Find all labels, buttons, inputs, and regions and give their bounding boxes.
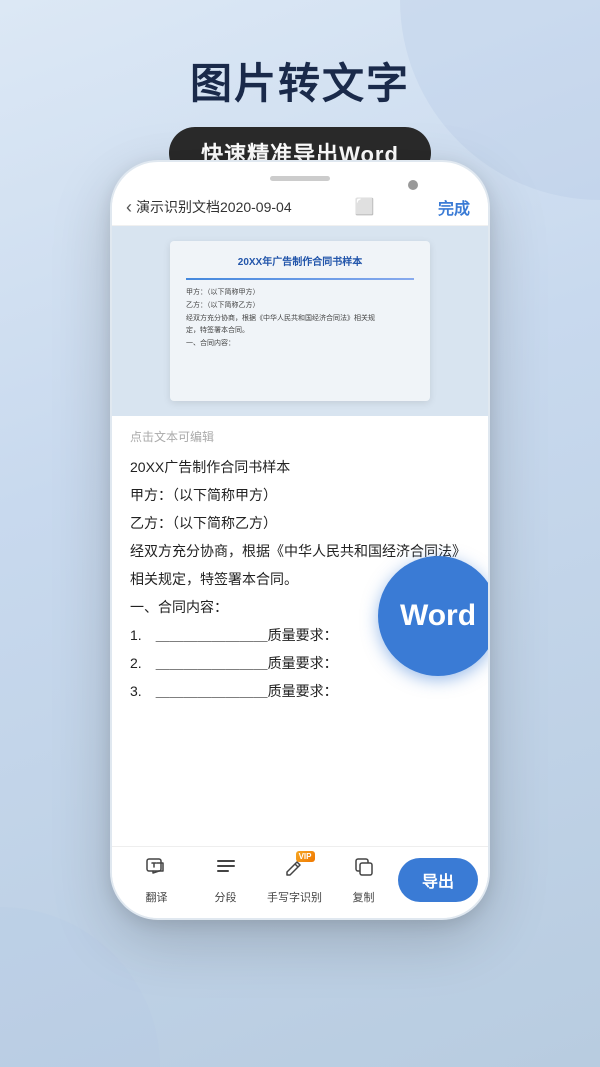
bottom-toolbar: 翻译 分段 VIP xyxy=(112,846,488,918)
copy-label: 复制 xyxy=(353,889,375,905)
ocr-line-2[interactable]: 乙方：（以下简称乙方） xyxy=(130,509,470,537)
phone-outer: ‹ 演示识别文档2020-09-04 ⬜ 完成 20XX年广告制作合同书样本 甲… xyxy=(110,160,490,920)
ocr-line-0[interactable]: 20XX广告制作合同书样本 xyxy=(130,453,470,481)
toolbar-item-translate[interactable]: 翻译 xyxy=(122,855,191,905)
doc-image-area: 20XX年广告制作合同书样本 甲方：（以下简称甲方） 乙方：（以下简称乙方） 经… xyxy=(112,226,488,416)
toolbar-item-handwriting[interactable]: VIP 手写字识别 xyxy=(260,855,329,905)
paragraph-label: 分段 xyxy=(215,889,237,905)
navbar-back[interactable]: ‹ 演示识别文档2020-09-04 xyxy=(126,197,292,218)
notch-bar xyxy=(270,176,330,181)
doc-image-inner: 20XX年广告制作合同书样本 甲方：（以下简称甲方） 乙方：（以下简称乙方） 经… xyxy=(170,241,430,401)
vip-badge: VIP xyxy=(296,851,315,862)
doc-image-title: 20XX年广告制作合同书样本 xyxy=(186,253,414,268)
word-badge-label: Word xyxy=(400,599,476,633)
phone-wrapper: ‹ 演示识别文档2020-09-04 ⬜ 完成 20XX年广告制作合同书样本 甲… xyxy=(110,160,490,980)
ocr-hint: 点击文本可编辑 xyxy=(130,428,470,445)
handwriting-label: 手写字识别 xyxy=(267,889,322,905)
translate-label: 翻译 xyxy=(146,889,168,905)
doc-line-3: 经双方充分协商，根据《中华人民共和国经济合同法》相关规 xyxy=(186,314,414,324)
navbar-title: 演示识别文档2020-09-04 xyxy=(136,197,292,217)
toolbar-item-copy[interactable]: 复制 xyxy=(329,855,398,905)
handwriting-icon: VIP xyxy=(283,855,307,885)
doc-line-1: 甲方：（以下简称甲方） xyxy=(186,288,414,298)
translate-icon xyxy=(145,855,169,885)
export-button[interactable]: 导出 xyxy=(398,858,478,902)
copy-icon xyxy=(352,855,376,885)
doc-line-5: 一、合同内容： xyxy=(186,339,414,349)
doc-line-2: 乙方：（以下简称乙方） xyxy=(186,301,414,311)
ocr-line-1[interactable]: 甲方：（以下简称甲方） xyxy=(130,481,470,509)
share-icon[interactable]: ⬜ xyxy=(355,197,375,217)
paragraph-icon xyxy=(214,855,238,885)
doc-line-4: 定，特签署本合同。 xyxy=(186,326,414,336)
notch-dot xyxy=(408,180,418,190)
doc-separator xyxy=(186,278,414,280)
word-badge: Word xyxy=(378,556,488,676)
ocr-result-area: 点击文本可编辑 20XX广告制作合同书样本 甲方：（以下简称甲方） 乙方：（以下… xyxy=(112,416,488,705)
app-navbar: ‹ 演示识别文档2020-09-04 ⬜ 完成 xyxy=(112,189,488,226)
back-arrow-icon: ‹ xyxy=(126,197,132,218)
ocr-line-8[interactable]: 3. ＿＿＿＿＿＿＿＿质量要求： xyxy=(130,677,470,705)
toolbar-item-paragraph[interactable]: 分段 xyxy=(191,855,260,905)
done-button[interactable]: 完成 xyxy=(438,195,470,219)
phone-notch xyxy=(112,162,488,189)
